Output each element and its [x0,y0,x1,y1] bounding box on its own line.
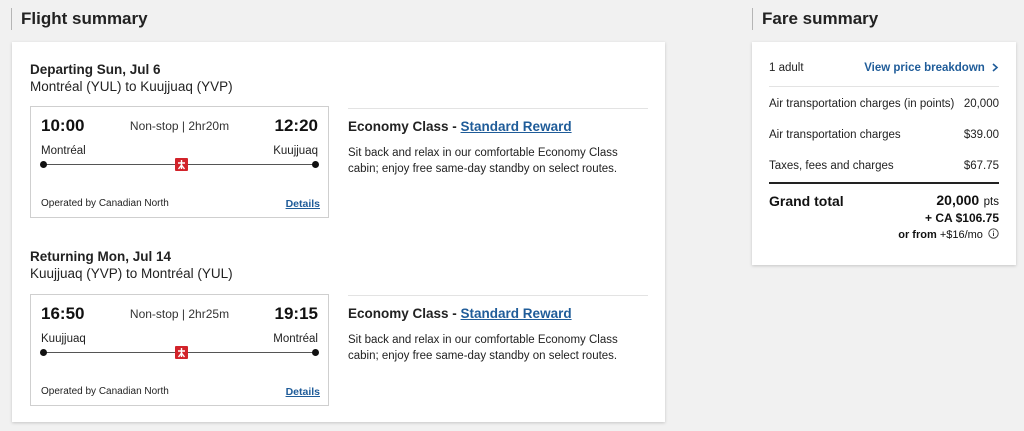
segment-route: Kuujjuaq (YVP) to Montréal (YUL) [30,266,233,281]
segment-date: Departing Sun, Jul 6 [30,62,161,77]
details-link[interactable]: Details [286,386,320,398]
fare-summary-card: 1 adult View price breakdown Air transpo… [752,42,1016,265]
divider [348,108,648,109]
details-link[interactable]: Details [286,198,320,210]
fare-row-value: $67.75 [963,160,999,172]
origin-dot [40,161,47,168]
passenger-count: 1 adult [769,62,804,74]
canadian-north-logo [175,346,188,359]
fare-row-value: 20,000 [963,98,999,110]
origin-city: Montréal [41,145,86,157]
origin-dot [40,349,47,356]
cabin-title: Economy Class - Standard Reward [348,119,648,134]
cabin-description: Sit back and relax in our comfortable Ec… [348,334,618,362]
view-price-breakdown-label: View price breakdown [864,62,985,74]
destination-dot [312,161,319,168]
cabin-class-label: Economy Class - [348,306,461,321]
flight-summary-title: Flight summary [11,8,148,30]
grand-total-label: Grand total [769,193,844,209]
standard-reward-link[interactable]: Standard Reward [461,306,572,321]
segment-date: Returning Mon, Jul 14 [30,249,172,264]
cabin-class-label: Economy Class - [348,119,461,134]
fare-row: Air transportation charges $39.00 [769,129,999,141]
info-icon[interactable] [988,228,999,239]
fare-row-value: $39.00 [963,129,999,141]
canadian-north-logo [175,158,188,171]
fare-row: Air transportation charges (in points) 2… [769,98,999,110]
flight-details-box: 10:00 Non-stop | 2hr20m 12:20 Montréal K… [30,106,329,218]
fare-row: Taxes, fees and charges $67.75 [769,160,999,172]
view-price-breakdown-link[interactable]: View price breakdown [864,62,999,74]
destination-dot [312,349,319,356]
chevron-right-icon [992,63,999,72]
points-unit: pts [983,196,999,208]
destination-city: Kuujjuaq [273,145,318,157]
cabin-info: Economy Class - Standard Reward Sit back… [348,108,648,177]
total-divider [769,182,999,184]
segment-route: Montréal (YUL) to Kuujjuaq (YVP) [30,79,233,94]
operator-text: Operated by Canadian North [41,386,169,397]
segment-header: Departing Sun, Jul 6 Montréal (YUL) to K… [30,62,233,95]
cabin-info: Economy Class - Standard Reward Sit back… [348,295,648,364]
grand-total-points: 20,000 pts [936,192,999,210]
total-points-value: 20,000 [936,192,980,208]
fare-row-label: Taxes, fees and charges [769,160,894,172]
standard-reward-link[interactable]: Standard Reward [461,119,572,134]
destination-city: Montréal [273,333,318,345]
monthly-payment: or from +$16/mo [898,228,999,241]
monthly-prefix: or from [898,229,940,241]
divider [769,86,999,87]
grand-total-cash: + CA $106.75 [925,211,999,225]
cabin-description: Sit back and relax in our comfortable Ec… [348,147,618,175]
flight-summary-card: Departing Sun, Jul 6 Montréal (YUL) to K… [12,42,665,422]
segment-header: Returning Mon, Jul 14 Kuujjuaq (YVP) to … [30,249,233,282]
arrival-time: 19:15 [274,304,318,323]
origin-city: Kuujjuaq [41,333,86,345]
flight-details-box: 16:50 Non-stop | 2hr25m 19:15 Kuujjuaq M… [30,294,329,406]
monthly-amount: +$16/mo [939,229,983,241]
cabin-title: Economy Class - Standard Reward [348,306,648,321]
fare-row-label: Air transportation charges [769,129,901,141]
passenger-row: 1 adult View price breakdown [769,62,999,74]
fare-summary-title: Fare summary [752,8,878,30]
fare-row-label: Air transportation charges (in points) [769,98,955,110]
arrival-time: 12:20 [274,116,318,135]
divider [348,295,648,296]
operator-text: Operated by Canadian North [41,198,169,209]
